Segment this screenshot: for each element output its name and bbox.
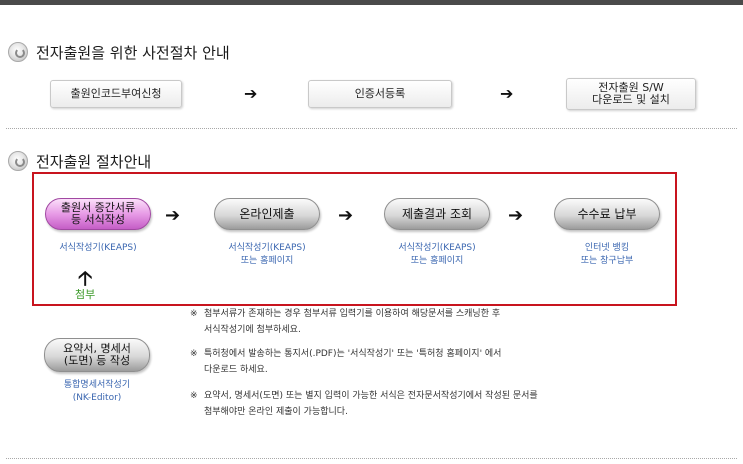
form-writing-note: 서식작성기(KEAPS): [59, 243, 137, 253]
arrow-right-icon: ➔: [165, 205, 181, 226]
attach-label: 첨부: [75, 288, 96, 301]
note-mark: ※: [190, 349, 198, 359]
submission-result-note-line2: 또는 홈페이지: [410, 256, 464, 266]
pre-procedure-title: 전자출원을 위한 사전절차 안내: [36, 44, 230, 62]
form-writing-button[interactable]: 출원서 증간서류 등 서식작성: [45, 198, 151, 230]
note-line1: 첨부서류가 존재하는 경우 첨부서류 입력기를 이용하여 해당문서를 스캐닝한 …: [204, 309, 501, 319]
note-line2: 다운로드 하세요.: [204, 365, 268, 375]
procedure-highlight-frame: [32, 172, 677, 306]
online-submit-button[interactable]: 온라인제출: [214, 198, 320, 230]
nk-editor-note-line1: 통합명세서작성기: [63, 380, 131, 390]
note-mark: ※: [190, 309, 198, 319]
online-submit-label: 온라인제출: [239, 206, 295, 221]
applicant-code-request-button[interactable]: 출원인코드부여신청: [50, 80, 182, 108]
arrow-right-icon: ➔: [338, 205, 354, 226]
arrow-right-icon: ➔: [500, 84, 514, 103]
applicant-code-request-label: 출원인코드부여신청: [70, 87, 162, 100]
fee-payment-label: 수수료 납부: [577, 206, 637, 221]
arrow-right-icon: ➔: [508, 205, 524, 226]
certificate-registration-button[interactable]: 인증서등록: [308, 80, 452, 108]
procedure-title: 전자출원 절차안내: [36, 153, 152, 171]
note-line2: 서식작성기에 첨부하세요.: [204, 325, 301, 335]
arrow-right-icon: ➔: [244, 84, 258, 103]
fee-payment-note-line2: 또는 창구납부: [580, 256, 634, 266]
submission-result-button[interactable]: 제출결과 조회: [384, 198, 490, 230]
section-bullet-icon: [8, 42, 28, 62]
certificate-registration-label: 인증서등록: [354, 87, 406, 100]
note-line1: 요약서, 명세서(도면) 또는 별지 입력이 가능한 서식은 전자문서작성기에서…: [204, 391, 538, 401]
submission-result-note: 서식작성기(KEAPS) 또는 홈페이지: [384, 242, 490, 268]
note-mark: ※: [190, 391, 198, 401]
note-item: ※ 특허청에서 발송하는 통지서(.PDF)는 '서식작성기' 또는 '특허청 홈…: [190, 346, 501, 378]
sw-download-label-line2: 다운로드 및 설치: [592, 93, 670, 106]
online-submit-note-line1: 서식작성기(KEAPS): [228, 243, 306, 253]
note-line1: 특허청에서 발송하는 통지서(.PDF)는 '서식작성기' 또는 '특허청 홈페…: [204, 349, 502, 359]
nk-editor-note: 통합명세서작성기 (NK-Editor): [44, 379, 150, 405]
note-item: ※ 첨부서류가 존재하는 경우 첨부서류 입력기를 이용하여 해당문서를 스캐닝한…: [190, 306, 500, 338]
section-bullet-icon: [8, 151, 28, 171]
specification-writing-label-line2: (도면) 등 작성: [63, 354, 131, 367]
online-submit-note-line2: 또는 홈페이지: [240, 256, 294, 266]
specification-writing-button[interactable]: 요약서, 명세서 (도면) 등 작성: [44, 338, 150, 372]
fee-payment-note-line1: 인터넷 뱅킹: [584, 243, 630, 253]
submission-result-note-line1: 서식작성기(KEAPS): [398, 243, 476, 253]
fee-payment-note: 인터넷 뱅킹 또는 창구납부: [554, 242, 660, 268]
section-divider: [6, 458, 737, 459]
top-border-bar: [0, 0, 743, 5]
submission-result-label: 제출결과 조회: [401, 206, 473, 221]
section-divider: [6, 128, 737, 129]
note-item: ※ 요약서, 명세서(도면) 또는 별지 입력이 가능한 서식은 전자문서작성기에…: [190, 388, 538, 420]
online-submit-note: 서식작성기(KEAPS) 또는 홈페이지: [214, 242, 320, 268]
note-line2: 첨부해야만 온라인 제출이 가능합니다.: [204, 407, 348, 417]
nk-editor-note-line2: (NK-Editor): [72, 393, 122, 403]
sw-download-install-button[interactable]: 전자출원 S/W 다운로드 및 설치: [566, 78, 696, 110]
form-writing-label-line2: 등 서식작성: [70, 213, 126, 226]
fee-payment-button[interactable]: 수수료 납부: [554, 198, 660, 230]
